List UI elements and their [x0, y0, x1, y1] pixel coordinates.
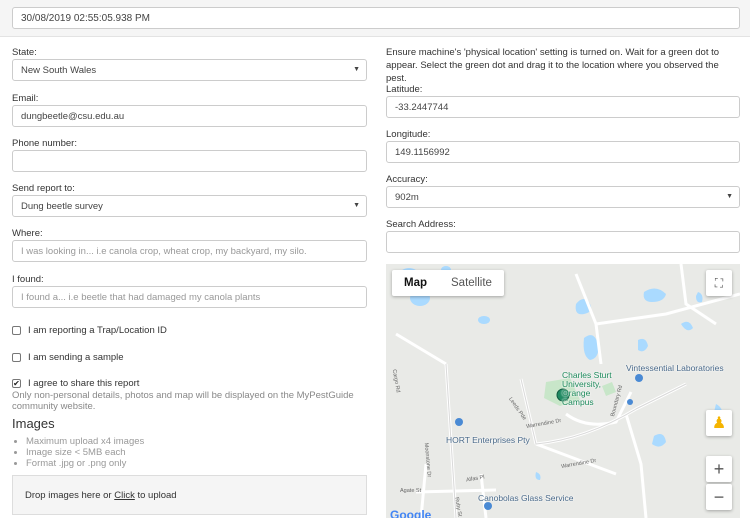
- accuracy-value: 902m: [395, 192, 419, 203]
- location-map[interactable]: Map Satellite ⛶ ♟ + − Charles Sturt Univ…: [386, 264, 740, 518]
- image-rule-item: Format .jpg or .png only: [26, 458, 144, 469]
- longitude-field[interactable]: 149.1156992: [386, 141, 740, 163]
- fullscreen-icon: ⛶: [714, 275, 724, 290]
- search-address-label: Search Address:: [386, 219, 456, 230]
- zoom-out-button[interactable]: −: [706, 484, 732, 510]
- send-report-value: Dung beetle survey: [21, 201, 103, 212]
- accuracy-select[interactable]: 902m ▼: [386, 186, 740, 208]
- phone-field[interactable]: [12, 150, 367, 172]
- image-rules-list: Maximum upload x4 images Image size < 5M…: [26, 436, 144, 469]
- email-field[interactable]: dungbeetle@csu.edu.au: [12, 105, 367, 127]
- image-dropzone[interactable]: Drop images here or Click to upload: [12, 475, 367, 515]
- state-value: New South Wales: [21, 65, 97, 76]
- where-label: Where:: [12, 228, 43, 239]
- dropzone-text: Drop images here or: [25, 490, 115, 501]
- images-heading: Images: [12, 416, 55, 431]
- vintessential-label: Vintessential Laboratories: [626, 363, 724, 373]
- search-address-field[interactable]: [386, 231, 740, 253]
- agree-checkbox[interactable]: ✔: [12, 379, 21, 388]
- header-bar: 30/08/2019 02:55:05.938 PM: [0, 0, 750, 37]
- trap-checkbox-label: I am reporting a Trap/Location ID: [28, 325, 167, 336]
- image-rule-item: Maximum upload x4 images: [26, 436, 144, 447]
- send-report-label: Send report to:: [12, 183, 75, 194]
- state-label: State:: [12, 47, 37, 58]
- sample-checkbox[interactable]: [12, 353, 21, 362]
- latitude-label: Latitude:: [386, 84, 423, 95]
- minus-icon: −: [713, 486, 725, 507]
- state-select[interactable]: New South Wales ▼: [12, 59, 367, 81]
- zoom-in-button[interactable]: +: [706, 456, 732, 482]
- email-label: Email:: [12, 93, 39, 104]
- map-tab[interactable]: Map: [392, 270, 439, 296]
- csu-label: Charles Sturt University, Orange Campus: [562, 370, 612, 407]
- phone-label: Phone number:: [12, 138, 77, 149]
- where-field[interactable]: I was looking in... i.e canola crop, whe…: [12, 240, 367, 262]
- hort-label: HORT Enterprises Pty: [446, 435, 530, 445]
- caret-down-icon: ▼: [726, 193, 733, 200]
- location-instructions: Ensure machine's 'physical location' set…: [386, 47, 720, 84]
- latitude-field[interactable]: -33.2447744: [386, 96, 740, 118]
- checkmark-icon: ✔: [13, 378, 20, 388]
- road-label: Agate St: [400, 488, 422, 494]
- image-rule-item: Image size < 5MB each: [26, 447, 144, 458]
- sample-checkbox-row[interactable]: I am sending a sample: [12, 352, 124, 363]
- satellite-tab[interactable]: Satellite: [439, 270, 504, 296]
- canobolas-label: Canobolas Glass Service: [478, 493, 574, 503]
- datetime-field[interactable]: 30/08/2019 02:55:05.938 PM: [12, 7, 740, 29]
- caret-down-icon: ▼: [353, 66, 360, 73]
- dropzone-text-end: to upload: [134, 490, 177, 501]
- pegman-icon: ♟: [711, 415, 727, 432]
- google-logo: Google: [390, 508, 432, 518]
- agree-checkbox-label: I agree to share this report: [28, 378, 140, 389]
- upload-link[interactable]: Click: [114, 490, 135, 501]
- map-type-control: Map Satellite: [392, 270, 504, 296]
- found-field[interactable]: I found a... i.e beetle that had damaged…: [12, 286, 367, 308]
- street-view-button[interactable]: ♟: [706, 410, 732, 436]
- agree-checkbox-row[interactable]: ✔ I agree to share this report: [12, 378, 139, 389]
- agree-help-text: Only non-personal details, photos and ma…: [12, 390, 354, 412]
- longitude-label: Longitude:: [386, 129, 431, 140]
- caret-down-icon: ▼: [353, 202, 360, 209]
- trap-checkbox[interactable]: [12, 326, 21, 335]
- sample-checkbox-label: I am sending a sample: [28, 352, 124, 363]
- plus-icon: +: [713, 458, 725, 479]
- send-report-select[interactable]: Dung beetle survey ▼: [12, 195, 367, 217]
- fullscreen-button[interactable]: ⛶: [706, 270, 732, 296]
- accuracy-label: Accuracy:: [386, 174, 428, 185]
- found-label: I found:: [12, 274, 44, 285]
- trap-checkbox-row[interactable]: I am reporting a Trap/Location ID: [12, 325, 167, 336]
